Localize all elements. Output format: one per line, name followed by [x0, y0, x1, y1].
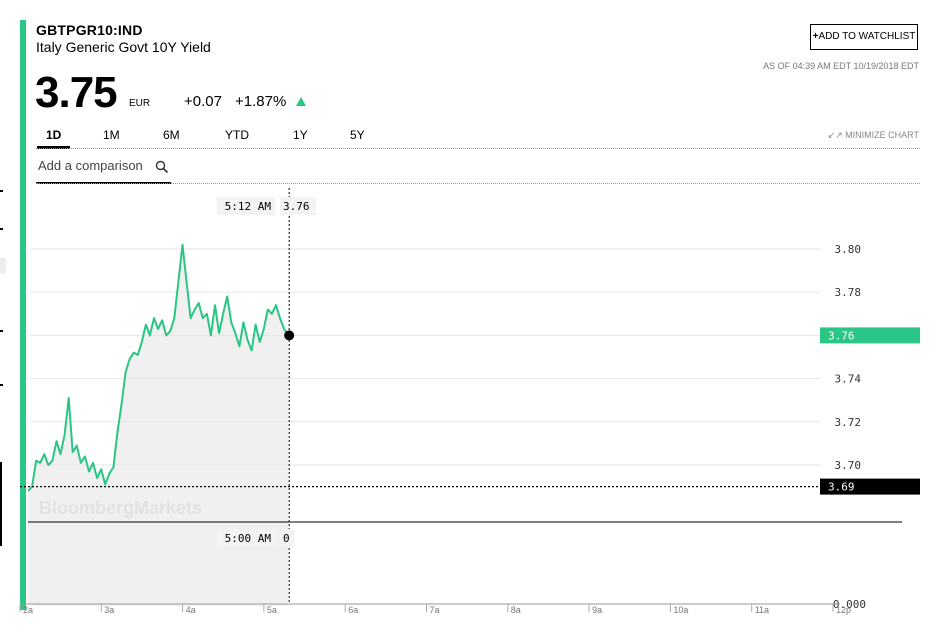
x-tick-label: 11a [755, 605, 769, 615]
volume-value-label: 0 [283, 532, 290, 545]
x-tick-label: 2a [23, 605, 33, 615]
crosshair-time-label: 5:12 AM [225, 200, 272, 213]
x-tick-label: 4a [186, 605, 196, 615]
x-tick-label: 5a [267, 605, 277, 615]
current-value-label: 3.76 [828, 329, 855, 342]
crosshair-value-label: 3.76 [283, 200, 310, 213]
y-tick-label: 3.70 [835, 459, 862, 472]
x-tick-label: 10a [673, 605, 688, 615]
series-area [28, 244, 289, 604]
x-tick-label: 12p [836, 605, 851, 615]
y-tick-label: 3.74 [835, 373, 862, 386]
y-tick-label: 3.80 [835, 243, 862, 256]
y-tick-label: 3.78 [835, 286, 862, 299]
x-tick-label: 3a [104, 605, 114, 615]
crosshair-point [284, 330, 295, 341]
yield-chart: BloombergMarkets 3.69 3.76 3.80 3.78 3.74 3.72… [19, 188, 920, 615]
x-tick-label: 7a [430, 605, 440, 615]
volume-time-label: 5:00 AM [225, 532, 272, 545]
x-tick-label: 9a [592, 605, 602, 615]
x-tick-label: 6a [348, 605, 358, 615]
y-tick-label: 3.72 [835, 416, 862, 429]
x-tick-label: 8a [511, 605, 521, 615]
reference-value-label: 3.69 [828, 481, 855, 494]
watermark: BloombergMarkets [39, 498, 202, 518]
